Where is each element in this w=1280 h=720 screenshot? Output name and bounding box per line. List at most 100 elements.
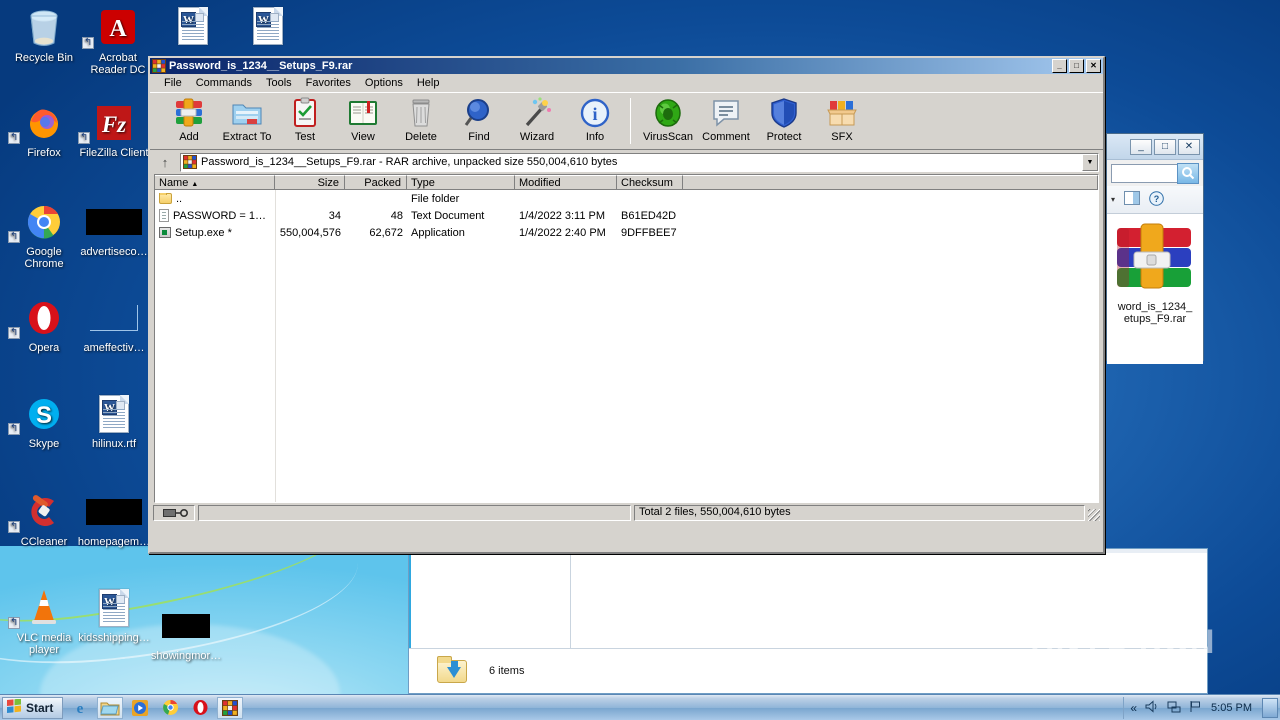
menu-item-help[interactable]: Help — [410, 76, 447, 90]
taskbar-item-opera[interactable] — [187, 697, 213, 719]
cell-name[interactable]: PASSWORD = 1… — [155, 209, 275, 222]
column-header-filler[interactable] — [683, 175, 1098, 190]
cell-name[interactable]: .. — [155, 192, 275, 205]
organize-chevron-icon[interactable]: ▾ — [1111, 195, 1115, 204]
toolbar-button-sfx[interactable]: SFX — [813, 96, 871, 143]
view-pane-icon[interactable] — [1124, 191, 1141, 208]
chevron-down-icon[interactable]: ▼ — [1082, 153, 1098, 171]
maximize-button[interactable]: □ — [1154, 138, 1176, 155]
resize-grip[interactable] — [1088, 509, 1100, 521]
winrar-address-bar[interactable]: ↑ Password_is_1234__Setups_F9.rar - RAR … — [150, 150, 1103, 174]
info-circle-icon: i — [566, 96, 624, 130]
explorer-bottom-window[interactable]: 6 items — [408, 548, 1208, 694]
toolbar-button-wizard[interactable]: Wizard — [508, 96, 566, 143]
taskbar-item-windows-explorer[interactable] — [97, 696, 124, 719]
winrar-menubar[interactable]: File Commands Tools Favorites Options He… — [150, 74, 1103, 92]
desktop-icon-filezilla[interactable]: Fz FileZilla Client — [76, 101, 152, 159]
cell-name[interactable]: Setup.exe * — [155, 227, 275, 239]
start-button[interactable]: Start — [2, 696, 64, 719]
menu-item-favorites[interactable]: Favorites — [299, 76, 358, 90]
desktop-icon-vlc[interactable]: VLC media player — [6, 586, 82, 656]
close-button[interactable]: ✕ — [1178, 138, 1200, 155]
winrar-titlebar[interactable]: Password_is_1234__Setups_F9.rar _ □ ✕ — [150, 58, 1103, 74]
table-row[interactable]: Setup.exe * 550,004,576 62,672 Applicati… — [155, 224, 1098, 241]
status-total: Total 2 files, 550,004,610 bytes — [634, 505, 1085, 521]
winrar-file-list[interactable]: Name ▲ Size Packed Type Modified Checksu… — [154, 174, 1099, 503]
column-header-type[interactable]: Type — [407, 175, 515, 190]
clock[interactable]: 5:05 PM — [1211, 702, 1252, 714]
menu-item-commands[interactable]: Commands — [189, 76, 259, 90]
desktop-icon-recycle-bin[interactable]: Recycle Bin — [6, 6, 82, 64]
volume-icon[interactable] — [1145, 699, 1159, 716]
list-item[interactable]: word_is_1234_ etups_F9.rar — [1107, 222, 1203, 325]
desktop-icon-google-chrome[interactable]: Google Chrome — [6, 200, 82, 270]
desktop-icon-opera[interactable]: Opera — [6, 296, 82, 354]
column-header-modified[interactable]: Modified — [515, 175, 617, 190]
column-header-checksum[interactable]: Checksum — [617, 175, 683, 190]
column-header-packed[interactable]: Packed — [345, 175, 407, 190]
desktop-icon-ameffectiv[interactable]: ameffectiv… — [76, 296, 152, 354]
taskbar-item-chrome[interactable] — [157, 697, 183, 719]
help-icon[interactable]: ? — [1149, 190, 1164, 209]
toolbar-button-protect[interactable]: Protect — [755, 96, 813, 143]
toolbar-button-extract-to[interactable]: Extract To — [218, 96, 276, 143]
show-hidden-icons[interactable]: « — [1130, 701, 1137, 715]
explorer-right-file-pane[interactable]: word_is_1234_ etups_F9.rar — [1107, 214, 1203, 364]
toolbar-button-view[interactable]: View — [334, 96, 392, 143]
flag-icon[interactable] — [1189, 700, 1203, 716]
toolbar-button-find[interactable]: Find — [450, 96, 508, 143]
taskbar-item-media-player[interactable] — [127, 697, 153, 719]
search-input[interactable] — [1111, 163, 1178, 183]
toolbar-button-test[interactable]: Test — [276, 96, 334, 143]
explorer-right-window[interactable]: _ □ ✕ ▾ ? word_is_1234_ etups_F9.rar — [1106, 133, 1204, 364]
column-header-size[interactable]: Size — [275, 175, 345, 190]
up-one-level-button[interactable]: ↑ — [154, 152, 176, 172]
file-list-header[interactable]: Name ▲ Size Packed Type Modified Checksu… — [155, 175, 1098, 190]
taskbar-item-winrar[interactable] — [217, 696, 244, 719]
minimize-button[interactable]: _ — [1052, 59, 1067, 73]
show-desktop-button[interactable] — [1262, 697, 1278, 718]
taskbar[interactable]: Start e « 5:05 PM — [0, 694, 1280, 720]
search-icon[interactable] — [1177, 162, 1199, 184]
winrar-window[interactable]: Password_is_1234__Setups_F9.rar _ □ ✕ Fi… — [148, 56, 1105, 554]
desktop-icon-advertiseco[interactable]: advertiseco… — [76, 200, 152, 258]
winrar-toolbar[interactable]: Add Extract To Test View Delete Find Wiz… — [150, 92, 1103, 150]
menu-item-file[interactable]: File — [157, 76, 189, 90]
desktop-icon-kidsshipping[interactable]: W kidsshipping… — [76, 586, 152, 644]
toolbar-label: Test — [294, 131, 316, 143]
desktop-icon-word-doc-1[interactable]: W — [155, 4, 231, 50]
explorer-right-command-bar[interactable]: ▾ ? — [1107, 186, 1203, 214]
toolbar-button-comment[interactable]: Comment — [697, 96, 755, 143]
cell-type: Text Document — [411, 209, 485, 222]
desktop-icon-hilinux-rtf[interactable]: W hilinux.rtf — [76, 392, 152, 450]
toolbar-button-add[interactable]: Add — [160, 96, 218, 143]
table-row[interactable]: PASSWORD = 1… 34 48 Text Document 1/4/20… — [155, 207, 1098, 224]
file-list-rows[interactable]: .. File folder PASSWORD = 1… 34 48 Text … — [155, 190, 1098, 241]
table-row[interactable]: .. File folder — [155, 190, 1098, 207]
menu-item-tools[interactable]: Tools — [259, 76, 299, 90]
explorer-bottom-nav-pane[interactable] — [411, 553, 571, 648]
desktop-icon-ccleaner[interactable]: CCleaner — [6, 490, 82, 548]
desktop-icon-label: Firefox — [27, 147, 61, 159]
find-magnifier-icon — [450, 96, 508, 130]
desktop-icon-skype[interactable]: S Skype — [6, 392, 82, 450]
system-tray[interactable]: « 5:05 PM — [1123, 696, 1258, 719]
toolbar-button-virusscan[interactable]: VirusScan — [639, 96, 697, 143]
desktop-icon-homepagem[interactable]: homepagem… — [76, 490, 152, 548]
desktop-icon-firefox[interactable]: Firefox — [6, 101, 82, 159]
archive-path-combobox[interactable]: Password_is_1234__Setups_F9.rar - RAR ar… — [180, 152, 1099, 172]
toolbar-button-info[interactable]: i Info — [566, 96, 624, 143]
menu-item-options[interactable]: Options — [358, 76, 410, 90]
toolbar-button-delete[interactable]: Delete — [392, 96, 450, 143]
maximize-button[interactable]: □ — [1069, 59, 1084, 73]
explorer-bottom-content-pane[interactable] — [571, 553, 1207, 648]
minimize-button[interactable]: _ — [1130, 138, 1152, 155]
close-button[interactable]: ✕ — [1086, 59, 1101, 73]
desktop-icon-acrobat-reader[interactable]: A Acrobat Reader DC — [80, 6, 156, 76]
network-icon[interactable] — [1167, 700, 1181, 716]
taskbar-item-internet-explorer[interactable]: e — [67, 697, 93, 719]
desktop-icon-showingmor[interactable]: showingmor… — [148, 604, 224, 662]
desktop-icon-word-doc-2[interactable]: W — [230, 4, 306, 50]
column-header-name[interactable]: Name ▲ — [155, 175, 275, 190]
explorer-right-titlebar[interactable]: _ □ ✕ — [1107, 134, 1203, 160]
